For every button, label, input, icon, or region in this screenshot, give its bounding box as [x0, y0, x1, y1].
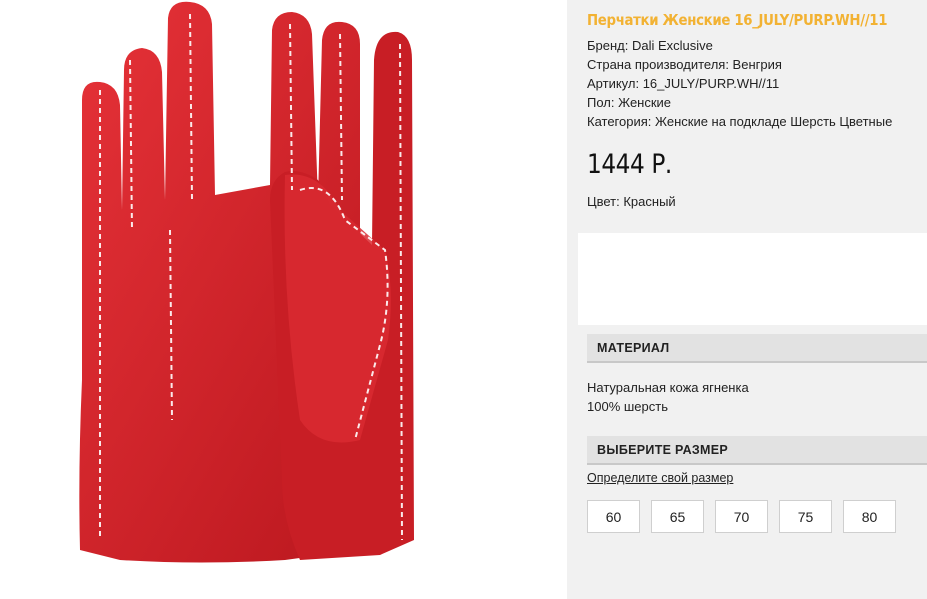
- product-title: Перчатки Женские 16_JULY/PURP.WH//11: [587, 11, 888, 29]
- product-specs: Бренд: Dali Exclusive Страна производите…: [587, 36, 892, 131]
- size-option-70[interactable]: 70: [715, 500, 768, 533]
- product-price: 1444 Р.: [587, 149, 672, 180]
- size-option-80[interactable]: 80: [843, 500, 896, 533]
- size-guide-link[interactable]: Определите свой размер: [587, 471, 733, 485]
- product-info-panel: Перчатки Женские 16_JULY/PURP.WH//11 Бре…: [567, 0, 927, 599]
- spec-category: Категория: Женские на подкладе Шерсть Цв…: [587, 114, 893, 129]
- product-photo: [0, 0, 567, 571]
- spec-country: Страна производителя: Венгрия: [587, 57, 782, 72]
- material-line: Натуральная кожа ягненка: [587, 380, 749, 395]
- size-option-75[interactable]: 75: [779, 500, 832, 533]
- red-gloves-image: [0, 0, 567, 571]
- size-option-65[interactable]: 65: [651, 500, 704, 533]
- spec-article: Артикул: 16_JULY/PURP.WH//11: [587, 76, 780, 91]
- spec-brand: Бренд: Dali Exclusive: [587, 38, 713, 53]
- size-option-60[interactable]: 60: [587, 500, 640, 533]
- product-color: Цвет: Красный: [587, 194, 676, 209]
- size-heading: ВЫБЕРИТЕ РАЗМЕР: [587, 436, 927, 465]
- material-text: Натуральная кожа ягненка 100% шерсть: [587, 378, 749, 416]
- material-heading: МАТЕРИАЛ: [587, 334, 927, 363]
- size-options: 60 65 70 75 80: [587, 500, 896, 533]
- blank-panel: [578, 233, 927, 325]
- spec-gender: Пол: Женские: [587, 95, 672, 110]
- material-line: 100% шерсть: [587, 399, 668, 414]
